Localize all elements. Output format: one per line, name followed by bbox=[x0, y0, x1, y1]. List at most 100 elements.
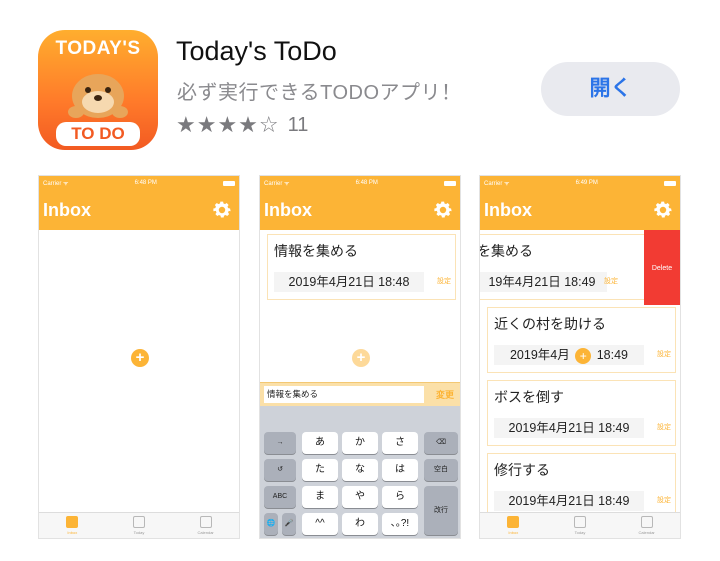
key-arrow[interactable]: → bbox=[264, 432, 296, 454]
task-setting-link[interactable]: 設定 bbox=[604, 276, 618, 286]
task-card[interactable]: 近くの村を助ける 2019年4月 + 18:49 設定 bbox=[487, 307, 676, 373]
screenshot-1[interactable]: Carrier ᯤ 6:48 PM Inbox + Inbox Today Ca… bbox=[38, 175, 240, 539]
key[interactable]: か bbox=[342, 432, 378, 454]
task-date[interactable]: 2019年4月21日 18:48 bbox=[274, 272, 424, 292]
tab-inbox[interactable]: Inbox bbox=[488, 516, 538, 535]
key-return[interactable]: 改行 bbox=[424, 486, 458, 535]
battery-icon bbox=[664, 180, 676, 186]
key[interactable]: さ bbox=[382, 432, 418, 454]
key[interactable]: ま bbox=[302, 486, 338, 508]
tab-today[interactable]: Today bbox=[114, 516, 164, 535]
task-title: ボスを倒す bbox=[494, 389, 564, 405]
key[interactable]: た bbox=[302, 459, 338, 481]
gear-icon bbox=[213, 201, 231, 218]
nav-bar: Inbox bbox=[260, 190, 460, 230]
star-rating-icon: ★★★★☆ bbox=[176, 112, 280, 137]
key[interactable]: は bbox=[382, 459, 418, 481]
rating: ★★★★☆ 11 bbox=[176, 112, 308, 138]
globe-icon[interactable]: 🌐 bbox=[264, 513, 278, 535]
checkbox-icon bbox=[573, 516, 586, 528]
app-icon: TODAY'S TO DO bbox=[38, 30, 158, 150]
key[interactable]: わ bbox=[342, 513, 378, 535]
rating-count: 11 bbox=[287, 113, 309, 136]
task-date[interactable]: 2019年4月21日 18:49 bbox=[494, 418, 644, 438]
inbox-icon bbox=[507, 516, 520, 528]
task-card[interactable]: 修行する 2019年4月21日 18:49 設定 bbox=[487, 453, 676, 519]
task-date[interactable]: 2019年4月 + 18:49 bbox=[494, 345, 644, 365]
nav-bar: Inbox bbox=[480, 190, 680, 230]
app-title: Today's ToDo bbox=[176, 36, 337, 66]
task-setting-link[interactable]: 設定 bbox=[657, 422, 671, 432]
key[interactable]: ､｡?! bbox=[382, 513, 418, 535]
carrier-label: Carrier ᯤ bbox=[43, 181, 69, 187]
app-icon-text-top: TODAY'S bbox=[55, 38, 141, 59]
app-subtitle: 必ず実行できるTODOアプリ！ bbox=[177, 82, 462, 104]
key-abc[interactable]: ABC bbox=[264, 486, 296, 508]
task-title: 情報を集める bbox=[274, 243, 358, 259]
task-setting-link[interactable]: 設定 bbox=[437, 276, 451, 286]
tab-label: Inbox bbox=[508, 530, 519, 535]
app-icon-text-bottom: TO DO bbox=[56, 122, 140, 146]
add-task-plus-icon[interactable]: + bbox=[131, 349, 149, 367]
open-button[interactable]: 開く bbox=[541, 62, 680, 116]
key[interactable]: ら bbox=[382, 486, 418, 508]
tab-bar: Inbox Today Calendar bbox=[480, 512, 680, 538]
status-time: 6:48 PM bbox=[355, 180, 378, 186]
task-title: 修行する bbox=[494, 462, 550, 478]
nav-title: Inbox bbox=[484, 199, 532, 220]
tab-calendar[interactable]: Calendar bbox=[181, 516, 231, 535]
tab-calendar[interactable]: Calendar bbox=[622, 516, 672, 535]
tab-today[interactable]: Today bbox=[555, 516, 605, 535]
task-setting-link[interactable]: 設定 bbox=[657, 495, 671, 505]
delete-button[interactable]: Delete bbox=[644, 230, 680, 305]
key[interactable]: ^^ bbox=[302, 513, 338, 535]
seal-mascot-icon bbox=[68, 74, 128, 118]
keyboard: → あ か さ ⌫ ↺ た な は 空白 ABC ま や ら 改行 🌐 🎤 ^^… bbox=[260, 406, 460, 538]
task-card-swiped[interactable]: を集める 19年4月21日 18:49 設定 bbox=[479, 234, 659, 300]
task-title: を集める bbox=[479, 243, 533, 259]
nav-bar: Inbox bbox=[39, 190, 239, 230]
key-undo[interactable]: ↺ bbox=[264, 459, 296, 481]
status-bar: Carrier ᯤ 6:48 PM bbox=[39, 176, 239, 190]
add-task-plus-icon[interactable]: + bbox=[352, 349, 370, 367]
key[interactable]: な bbox=[342, 459, 378, 481]
checkbox-icon bbox=[132, 516, 145, 528]
task-card[interactable]: 情報を集める 2019年4月21日 18:48 設定 bbox=[267, 234, 456, 300]
task-date[interactable]: 19年4月21日 18:49 bbox=[480, 272, 607, 292]
nav-title: Inbox bbox=[264, 199, 312, 220]
screenshot-3[interactable]: Carrier ᯤ 6:49 PM Inbox を集める 19年4月21日 18… bbox=[479, 175, 681, 539]
key[interactable]: や bbox=[342, 486, 378, 508]
task-input-bar: 情報を集める 変更 bbox=[260, 382, 460, 406]
battery-icon bbox=[223, 180, 235, 186]
status-time: 6:49 PM bbox=[575, 180, 598, 186]
carrier-label: Carrier ᯤ bbox=[264, 181, 290, 187]
status-bar: Carrier ᯤ 6:49 PM bbox=[480, 176, 680, 190]
key-backspace[interactable]: ⌫ bbox=[424, 432, 458, 454]
task-setting-link[interactable]: 設定 bbox=[657, 349, 671, 359]
task-card[interactable]: ボスを倒す 2019年4月21日 18:49 設定 bbox=[487, 380, 676, 446]
add-task-plus-icon[interactable]: + bbox=[575, 347, 592, 364]
calendar-icon bbox=[199, 516, 212, 528]
tab-inbox[interactable]: Inbox bbox=[47, 516, 97, 535]
inbox-icon bbox=[66, 516, 79, 528]
gear-icon bbox=[434, 201, 452, 218]
status-bar: Carrier ᯤ 6:48 PM bbox=[260, 176, 460, 190]
task-date[interactable]: 2019年4月21日 18:49 bbox=[494, 491, 644, 511]
task-title: 近くの村を助ける bbox=[494, 316, 606, 332]
key-space[interactable]: 空白 bbox=[424, 459, 458, 481]
tab-label: Today bbox=[133, 530, 145, 535]
calendar-icon bbox=[640, 516, 653, 528]
tab-label: Calendar bbox=[638, 530, 655, 535]
tab-label: Inbox bbox=[67, 530, 78, 535]
key[interactable]: あ bbox=[302, 432, 338, 454]
status-time: 6:48 PM bbox=[134, 180, 157, 186]
microphone-icon[interactable]: 🎤 bbox=[282, 513, 296, 535]
tab-bar: Inbox Today Calendar bbox=[39, 512, 239, 538]
screenshot-2[interactable]: Carrier ᯤ 6:48 PM Inbox 情報を集める 2019年4月21… bbox=[259, 175, 461, 539]
change-button[interactable]: 変更 bbox=[436, 388, 454, 401]
battery-icon bbox=[444, 180, 456, 186]
tab-label: Calendar bbox=[197, 530, 214, 535]
gear-icon bbox=[654, 201, 672, 218]
carrier-label: Carrier ᯤ bbox=[484, 181, 510, 187]
task-input[interactable]: 情報を集める bbox=[264, 386, 424, 403]
